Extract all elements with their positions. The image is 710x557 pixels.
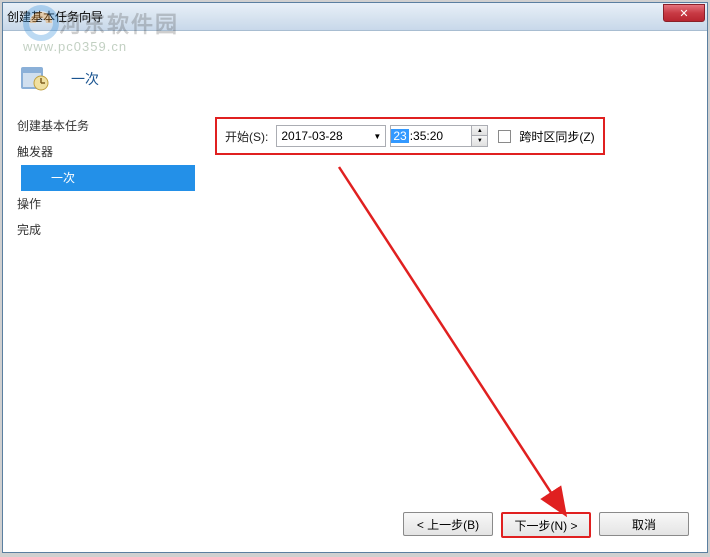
titlebar: 创建基本任务向导 ✕: [3, 3, 707, 31]
timezone-label: 跨时区同步(Z): [519, 128, 594, 145]
sidebar-item-action[interactable]: 操作: [3, 191, 195, 217]
window-title: 创建基本任务向导: [7, 8, 103, 25]
next-button[interactable]: 下一步(N) >: [501, 512, 591, 538]
sidebar-item-trigger[interactable]: 触发器: [3, 139, 195, 165]
date-picker[interactable]: 2017-03-28 ▼: [276, 125, 386, 147]
back-button[interactable]: < 上一步(B): [403, 512, 493, 536]
close-button[interactable]: ✕: [663, 4, 705, 22]
page-title: 一次: [71, 69, 689, 89]
time-spinner: ▲ ▼: [471, 126, 487, 146]
sidebar-item-create-task[interactable]: 创建基本任务: [3, 113, 195, 139]
sidebar-item-finish[interactable]: 完成: [3, 217, 195, 243]
start-time-group: 开始(S): 2017-03-28 ▼ 23 :35:20 ▲ ▼ 跨时区同步(…: [215, 117, 605, 155]
time-hour-selected: 23: [391, 129, 408, 143]
wizard-steps-sidebar: 创建基本任务 触发器 一次 操作 完成: [3, 103, 195, 513]
timezone-sync-checkbox[interactable]: [498, 130, 511, 143]
sidebar-item-once[interactable]: 一次: [21, 165, 195, 191]
cancel-button[interactable]: 取消: [599, 512, 689, 536]
close-icon: ✕: [679, 7, 688, 20]
wizard-header: 一次: [3, 31, 707, 103]
wizard-footer: < 上一步(B) 下一步(N) > 取消: [403, 512, 689, 538]
content-area: 创建基本任务 触发器 一次 操作 完成 开始(S): 2017-03-28 ▼ …: [3, 103, 707, 513]
time-rest: :35:20: [409, 129, 443, 143]
task-icon: [17, 61, 49, 93]
main-panel: 开始(S): 2017-03-28 ▼ 23 :35:20 ▲ ▼ 跨时区同步(…: [195, 103, 707, 513]
time-picker[interactable]: 23 :35:20 ▲ ▼: [390, 125, 488, 147]
start-label: 开始(S):: [225, 128, 268, 145]
spinner-up-button[interactable]: ▲: [472, 126, 487, 136]
wizard-window: 创建基本任务向导 ✕ 河东软件园 www.pc0359.cn 一次 创建基本任务…: [2, 2, 708, 553]
spinner-down-button[interactable]: ▼: [472, 136, 487, 146]
chevron-down-icon: ▼: [373, 132, 381, 141]
date-value: 2017-03-28: [281, 129, 342, 143]
